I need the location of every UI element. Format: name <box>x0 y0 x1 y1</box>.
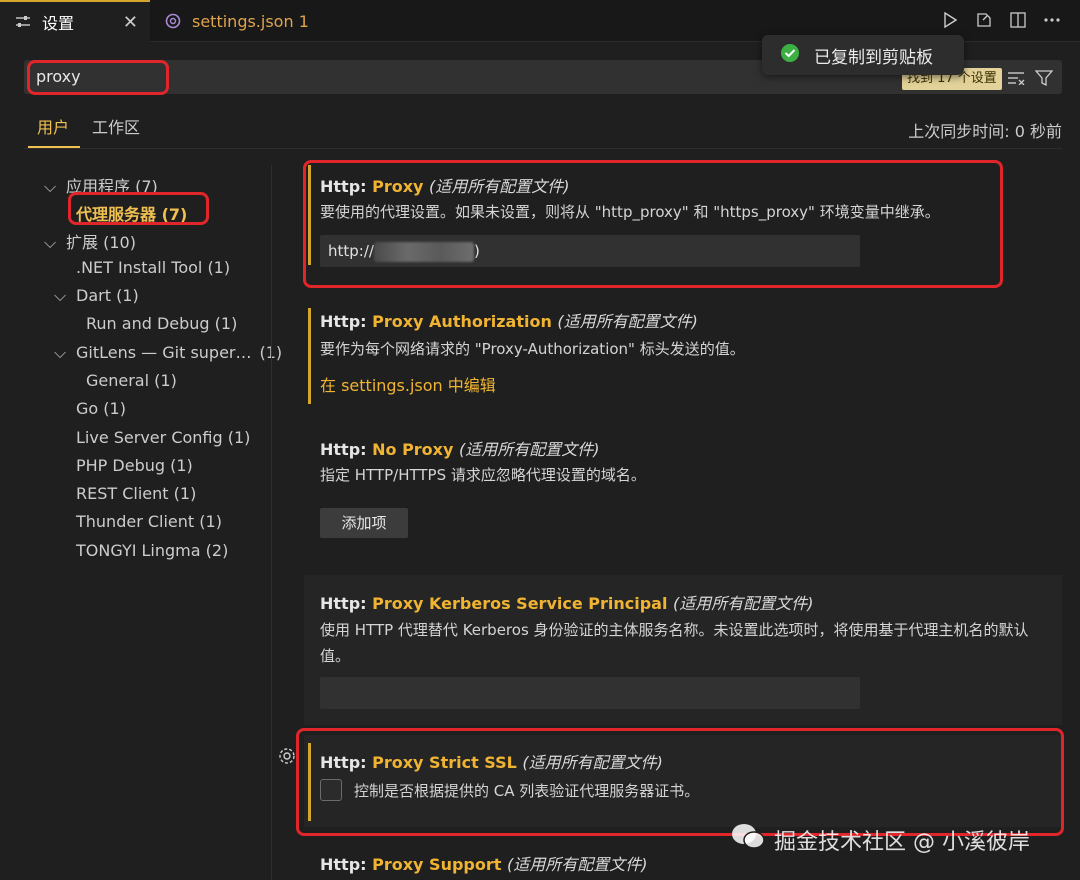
setting-title: Http: Proxy Kerberos Service Principal (… <box>320 594 814 613</box>
search-actions <box>1006 68 1054 88</box>
success-check-icon <box>780 43 800 67</box>
setting-http-proxy: Http: Proxy (适用所有配置文件) 要使用的代理设置。如果未设置，则将… <box>304 165 1062 280</box>
gear-icon[interactable] <box>277 746 297 766</box>
toc-item-gitlens[interactable]: ⌵ GitLens — Git super… (1) <box>54 343 282 363</box>
chevron-down-icon: ⌵ <box>54 343 67 362</box>
search-input[interactable] <box>36 67 736 86</box>
setting-no-proxy: Http: No Proxy (适用所有配置文件) 指定 HTTP/HTTPS … <box>304 428 1062 548</box>
edit-in-settings-json-link[interactable]: 在 settings.json 中编辑 <box>320 372 496 396</box>
toc-item-rest-client[interactable]: REST Client (1) <box>76 484 196 503</box>
chevron-down-icon: ⌵ <box>54 286 67 305</box>
notification-toast: 已复制到剪贴板 <box>762 35 964 75</box>
kerberos-value-field[interactable] <box>320 677 860 709</box>
setting-description: 要作为每个网络请求的 "Proxy-Authorization" 标头发送的值。 <box>320 340 745 358</box>
setting-title: Http: Proxy Authorization (适用所有配置文件) <box>320 312 698 331</box>
setting-description: 要使用的代理设置。如果未设置，则将从 "http_proxy" 和 "https… <box>320 203 940 221</box>
setting-proxy-authorization: Http: Proxy Authorization (适用所有配置文件) 要作为… <box>304 300 1062 404</box>
json-file-icon <box>164 12 182 30</box>
last-sync-status: 上次同步时间: 0 秒前 <box>908 122 1062 141</box>
tab-label: 设置 <box>42 14 75 33</box>
filter-icon[interactable] <box>1034 68 1054 88</box>
chevron-down-icon: ⌵ <box>44 177 57 196</box>
toc-item-application[interactable]: ⌵ 应用程序 (7) <box>44 173 158 197</box>
tab-workspace-settings[interactable]: 工作区 <box>92 116 140 148</box>
toc-item-dotnet-install-tool[interactable]: .NET Install Tool (1) <box>76 258 230 277</box>
tab-user-settings[interactable]: 用户 <box>28 116 80 148</box>
setting-description: 使用 HTTP 代理替代 Kerberos 身份验证的主体服务名称。未设置此选项… <box>320 621 1029 665</box>
modified-indicator <box>308 743 311 821</box>
wechat-icon <box>730 822 766 858</box>
run-icon[interactable] <box>940 9 960 31</box>
chevron-down-icon: ⌵ <box>44 233 57 252</box>
watermark: 掘金技术社区 @ 小溪彼岸 <box>730 822 1030 858</box>
setting-title: Http: Proxy Support (适用所有配置文件) <box>320 855 648 874</box>
settings-sliders-icon <box>14 13 32 31</box>
toc-item-dart[interactable]: ⌵ Dart (1) <box>54 286 139 306</box>
setting-title: Http: Proxy (适用所有配置文件) <box>320 177 570 196</box>
divider <box>24 148 1062 149</box>
toc-item-general[interactable]: General (1) <box>86 371 177 390</box>
clear-filter-icon[interactable] <box>1006 68 1026 88</box>
setting-description: 控制是否根据提供的 CA 列表验证代理服务器证书。 <box>354 782 700 800</box>
split-editor-icon[interactable] <box>1008 9 1028 31</box>
toc-item-php-debug[interactable]: PHP Debug (1) <box>76 456 193 475</box>
tab-label: settings.json 1 <box>192 11 309 31</box>
toc-item-thunder-client[interactable]: Thunder Client (1) <box>76 512 222 531</box>
toc-item-go[interactable]: Go (1) <box>76 399 126 418</box>
add-item-button[interactable]: 添加项 <box>320 508 408 538</box>
more-actions-icon[interactable] <box>1042 9 1062 31</box>
setting-title: Http: Proxy Strict SSL (适用所有配置文件) <box>320 753 663 772</box>
toast-message: 已复制到剪贴板 <box>814 47 933 68</box>
setting-proxy-strict-ssl: Http: Proxy Strict SSL (适用所有配置文件) 控制是否根据… <box>304 735 1062 827</box>
proxy-value-field[interactable]: http://) <box>320 235 860 267</box>
toc-item-proxy[interactable]: 代理服务器 (7) <box>76 201 187 225</box>
modified-indicator <box>308 165 311 265</box>
toc-item-live-server-config[interactable]: Live Server Config (1) <box>76 428 250 447</box>
watermark-text: 掘金技术社区 @ 小溪彼岸 <box>774 830 1030 855</box>
editor-actions <box>940 9 1062 31</box>
toc-divider <box>271 165 272 880</box>
tab-settings-json[interactable]: settings.json 1 <box>150 0 325 42</box>
setting-description: 指定 HTTP/HTTPS 请求应忽略代理设置的域名。 <box>320 466 646 484</box>
close-icon[interactable]: ✕ <box>123 12 138 33</box>
setting-proxy-kerberos: Http: Proxy Kerberos Service Principal (… <box>304 575 1062 725</box>
tab-settings[interactable]: 设置 ✕ <box>0 0 150 42</box>
open-settings-json-icon[interactable] <box>974 9 994 31</box>
modified-indicator <box>308 308 311 404</box>
toc-item-extensions[interactable]: ⌵ 扩展 (10) <box>44 229 136 253</box>
setting-title: Http: No Proxy (适用所有配置文件) <box>320 440 600 459</box>
toc-item-tongyi-lingma[interactable]: TONGYI Lingma (2) <box>76 541 228 560</box>
toc-item-run-and-debug[interactable]: Run and Debug (1) <box>86 314 237 333</box>
redacted-value <box>373 241 474 262</box>
strict-ssl-checkbox[interactable] <box>320 779 342 801</box>
